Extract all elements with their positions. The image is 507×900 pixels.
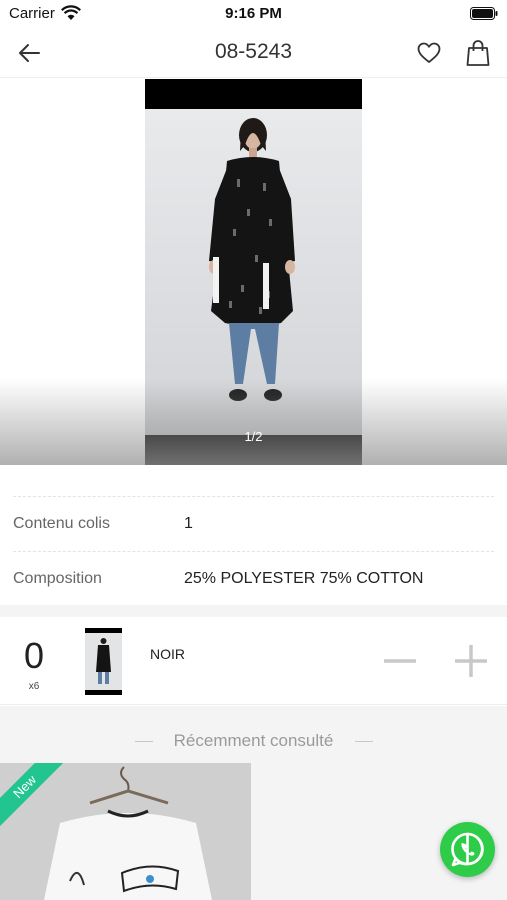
whatsapp-icon [451, 832, 484, 867]
minus-icon[interactable] [382, 643, 418, 679]
status-bar: Carrier 9:16 PM [0, 0, 507, 28]
package-content-value: 1 [184, 515, 193, 532]
whatsapp-button[interactable] [440, 822, 495, 877]
divider [13, 551, 494, 552]
pack-multiplier: x6 [28, 681, 40, 692]
image-counter: 1/2 [244, 429, 263, 444]
package-content-label: Contenu colis [13, 515, 110, 532]
variant-color-label: NOIR [150, 646, 185, 662]
recently-viewed-heading: Récemment consulté [173, 731, 334, 750]
variant-row: 0 x6 NOIR [0, 617, 507, 705]
shopping-bag-icon[interactable] [466, 39, 490, 67]
plus-icon[interactable] [453, 643, 489, 679]
variant-thumbnail[interactable] [85, 628, 122, 695]
composition-label: Composition [13, 570, 102, 587]
product-details: Contenu colis 1 Composition 25% POLYESTE… [0, 465, 507, 605]
heart-icon[interactable] [416, 40, 442, 66]
recent-product-card[interactable]: New [0, 763, 251, 900]
section-separator [0, 605, 507, 617]
battery-icon [470, 7, 498, 20]
navigation-bar: 08-5243 [0, 28, 507, 78]
decorative-line [355, 741, 373, 742]
quantity-value: 0 [23, 635, 45, 676]
clock: 9:16 PM [225, 5, 282, 22]
recently-viewed-section: Récemment consulté New [0, 706, 507, 900]
divider [13, 496, 494, 497]
product-gallery[interactable]: 1/2 [0, 79, 507, 465]
composition-value: 25% POLYESTER 75% COTTON [184, 570, 424, 587]
